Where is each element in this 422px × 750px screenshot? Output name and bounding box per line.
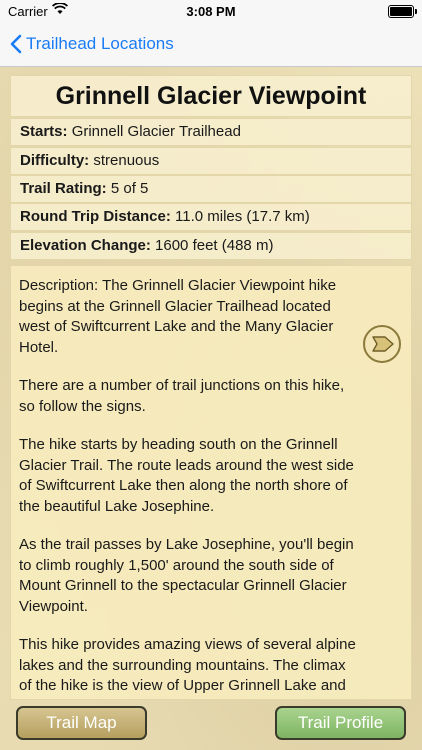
elevation-row: Elevation Change: 1600 feet (488 m) [10,232,412,260]
next-arrow-button[interactable] [363,325,401,363]
rating-label: Trail Rating: [20,180,107,197]
distance-label: Round Trip Distance: [20,208,171,225]
clock: 3:08 PM [186,4,236,19]
trail-map-button[interactable]: Trail Map [16,706,147,740]
difficulty-label: Difficulty: [20,152,90,169]
rating-value: 5 of 5 [110,180,149,197]
back-button[interactable]: Trailhead Locations [10,31,174,57]
status-bar: Carrier 3:08 PM [0,0,422,22]
trail-title-card: Grinnell Glacier Viewpoint [10,75,412,117]
description-text: Description: The Grinnell Glacier Viewpo… [19,276,359,699]
trail-profile-button[interactable]: Trail Profile [275,706,406,740]
description-paragraph: There are a number of trail junctions on… [19,377,345,415]
description-paragraph: Description: The Grinnell Glacier Viewpo… [19,277,337,356]
distance-value: 11.0 miles (17.7 km) [175,208,310,225]
starts-value: Grinnell Glacier Trailhead [71,123,241,140]
elevation-label: Elevation Change: [20,237,151,254]
distance-row: Round Trip Distance: 11.0 miles (17.7 km… [10,203,412,231]
elevation-value: 1600 feet (488 m) [155,237,274,254]
difficulty-row: Difficulty: strenuous [10,147,412,175]
starts-row: Starts: Grinnell Glacier Trailhead [10,118,412,146]
difficulty-value: strenuous [93,152,160,169]
description-paragraph: This hike provides amazing views of seve… [19,636,356,699]
rating-row: Trail Rating: 5 of 5 [10,175,412,203]
arrowhead-right-icon [372,336,394,352]
back-button-label: Trailhead Locations [26,34,174,53]
navigation-bar: Trailhead Locations [0,22,422,67]
description-panel[interactable]: Description: The Grinnell Glacier Viewpo… [10,265,412,700]
chevron-left-icon [10,34,22,54]
battery-icon [388,5,417,18]
trail-title: Grinnell Glacier Viewpoint [55,82,367,110]
description-paragraph: The hike starts by heading south on the … [19,436,354,515]
starts-label: Starts: [20,123,68,140]
description-paragraph: As the trail passes by Lake Josephine, y… [19,536,354,615]
